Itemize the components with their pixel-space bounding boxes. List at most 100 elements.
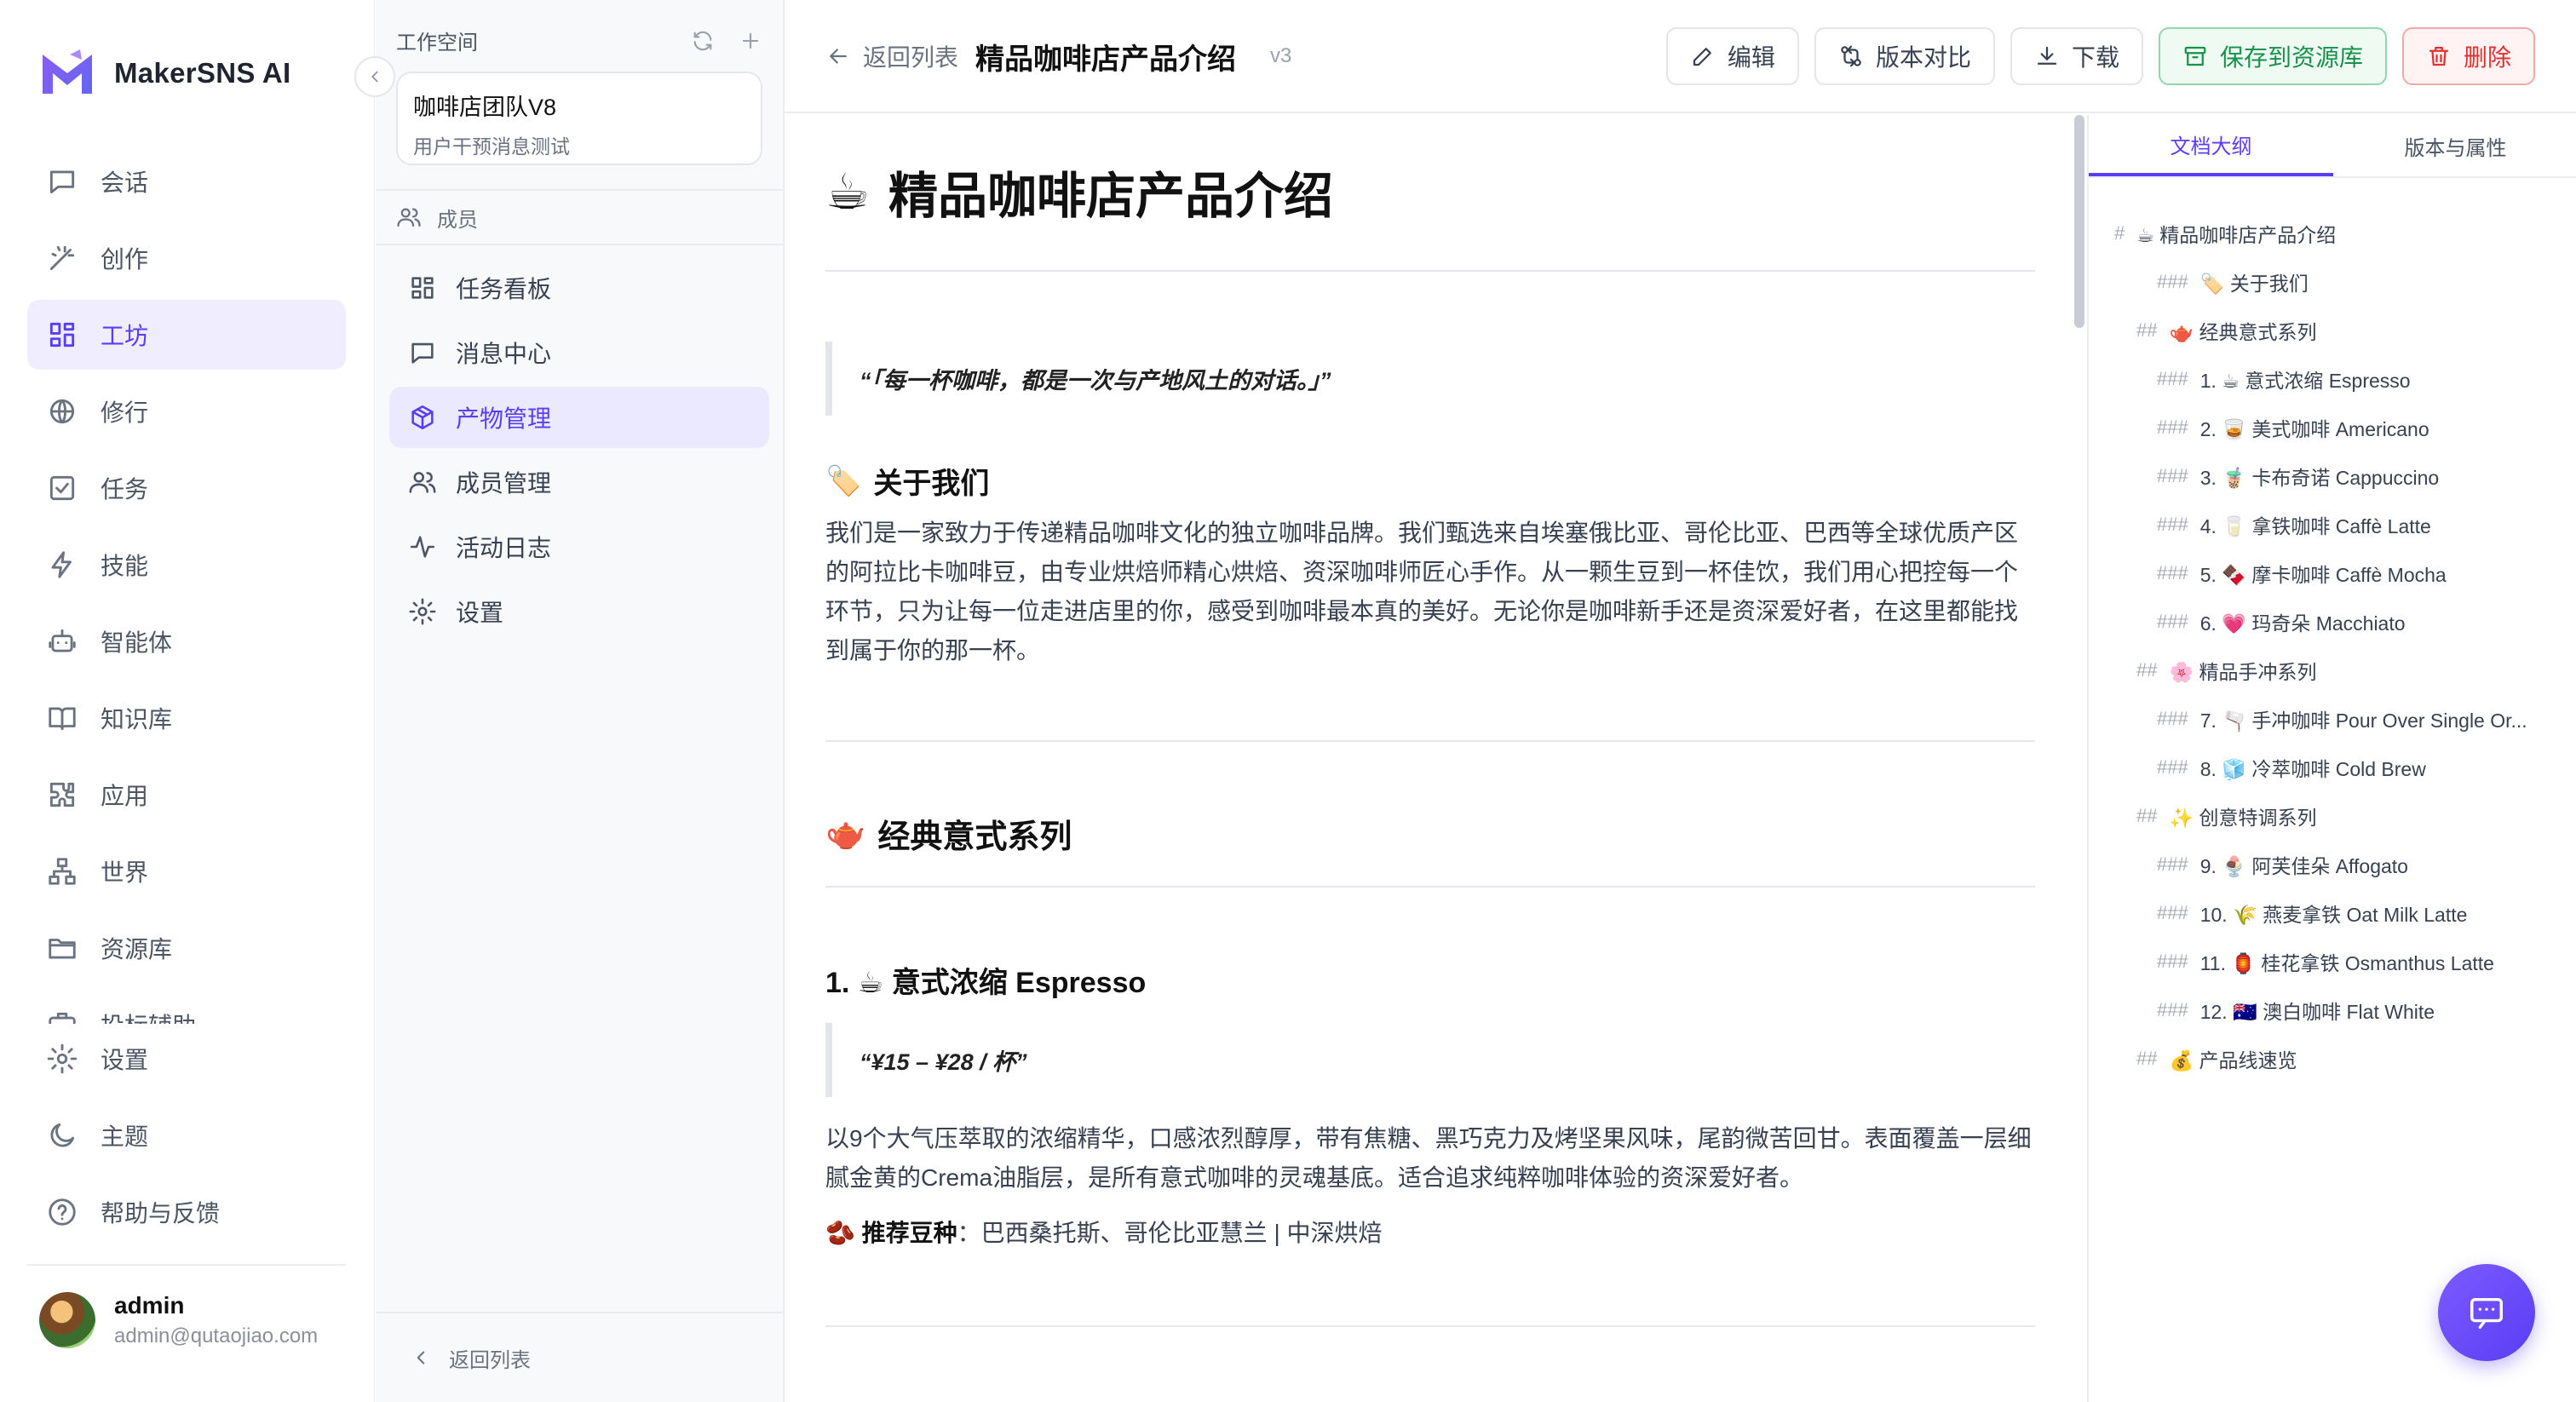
moon-icon [50,1123,75,1147]
nav-item-label: 创作 [101,246,149,273]
compare-label: 版本对比 [1875,44,1971,71]
outline-item[interactable]: ### 8. 🧊 冷萃咖啡 Cold Brew [2114,743,2574,791]
globe-icon [49,399,75,424]
heading-level-marker: ### [2157,853,2188,875]
nav-item-resources[interactable]: 资源库 [27,913,346,983]
outline-item[interactable]: ### 2. 🥃 美式咖啡 Americano [2114,403,2574,451]
plus-icon[interactable] [739,29,762,53]
ws-menu-activity[interactable]: 活动日志 [389,516,769,577]
ws-menu-messages[interactable]: 消息中心 [389,322,769,383]
divider [825,886,2035,888]
heading-level-marker: ## [2136,1047,2158,1069]
message-icon [411,342,434,364]
heading-level-marker: ### [2157,464,2188,486]
teapot-icon: 🫖 [825,815,866,852]
nav-item-help[interactable]: 帮助与反馈 [27,1177,346,1247]
workspace-card[interactable]: 咖啡店团队V8 用户干预消息测试 [396,72,762,165]
pencil-icon [1693,48,1711,66]
price-quote: “¥15 – ¥28 / 杯” [825,1023,2035,1097]
brand[interactable]: MakerSNS AI [39,48,291,99]
chat-icon [2470,1297,2503,1329]
label-icon: 🏷️ [825,464,862,497]
outline-item[interactable]: ## ✨ 创意特调系列 [2114,791,2574,840]
members-row[interactable]: 成员 [376,189,783,245]
collapse-sidebar-button[interactable] [354,56,395,97]
nav-item-tasks[interactable]: 任务 [27,453,346,523]
nav-item-create[interactable]: 创作 [27,223,346,293]
workspace-back-button[interactable]: 返回列表 [376,1312,783,1402]
nav-item-apps[interactable]: 应用 [27,760,346,830]
lightning-icon [51,551,72,578]
outline-item[interactable]: ## 💰 产品线速览 [2114,1034,2574,1083]
nav-item-chat[interactable]: 会话 [27,147,346,216]
ws-menu-members[interactable]: 成员管理 [389,451,769,513]
app-name: MakerSNS AI [114,57,291,89]
briefcase-icon [49,1012,76,1024]
users-icon [409,472,436,493]
nav-item-workshop[interactable]: 工坊 [27,300,346,370]
outline-item[interactable]: ## 🫖 经典意式系列 [2114,306,2574,354]
chat-icon [49,170,75,194]
nav-item-label: 会话 [101,170,149,196]
tab-outline[interactable]: 文档大纲 [2089,115,2333,176]
ws-menu-kanban[interactable]: 任务看板 [389,257,769,319]
heading-level-marker: ### [2157,561,2188,583]
save-to-library-button[interactable]: 保存到资源库 [2158,27,2387,85]
nav-item-settings[interactable]: 设置 [27,1024,346,1094]
download-label: 下载 [2071,44,2119,71]
nav-item-practice[interactable]: 修行 [27,376,346,446]
nav-item-theme[interactable]: 主题 [27,1100,346,1170]
compare-versions-button[interactable]: 版本对比 [1814,27,1995,85]
back-to-list-button[interactable]: 返回列表 [825,39,958,73]
logo-icon [43,49,92,94]
refresh-icon[interactable] [691,29,715,53]
nav-list: 会话 创作 工坊 修行 任务 技能 智能体 知识库 应用 世界 资源库 [27,147,346,1024]
outline-item-text: 7. 🫗 手冲咖啡 Pour Over Single Or... [2199,709,2527,732]
heading-level-marker: # [2114,221,2125,244]
ws-menu-label: 成员管理 [456,470,552,497]
outline-item[interactable]: ### 1. ☕ 意式浓缩 Espresso [2114,354,2574,403]
outline-item[interactable]: ### 11. 🏮 桂花拿铁 Osmanthus Latte [2114,937,2574,985]
ws-menu-artifacts[interactable]: 产物管理 [389,387,769,448]
outline-item[interactable]: ### 3. 🧋 卡布奇诺 Cappuccino [2114,451,2574,500]
heading-level-marker: ### [2157,756,2188,778]
nav-item-world[interactable]: 世界 [27,836,346,906]
download-button[interactable]: 下载 [2010,27,2143,85]
box-icon [411,405,434,430]
nav-item-knowledge[interactable]: 知识库 [27,683,346,753]
heading-level-marker: ### [2157,707,2188,729]
outline-item[interactable]: ## 🌸 精品手冲系列 [2114,646,2574,694]
outline-item[interactable]: ### 4. 🥛 拿铁咖啡 Caffè Latte [2114,500,2574,549]
nav-item-skills[interactable]: 技能 [27,530,346,600]
outline-item[interactable]: ### 6. 💗 玛奇朵 Macchiato [2114,597,2574,646]
outline-item[interactable]: ### 🏷️ 关于我们 [2114,257,2574,306]
chat-assistant-button[interactable] [2438,1264,2535,1361]
outline-item[interactable]: ### 12. 🇦🇺 澳白咖啡 Flat White [2114,985,2574,1034]
edit-button[interactable]: 编辑 [1665,27,1799,85]
doc-quote-text: “「每一杯咖啡，都是一次与产地风土的对话。」” [860,368,1331,394]
outline-item[interactable]: ### 7. 🫗 手冲咖啡 Pour Over Single Or... [2114,694,2574,743]
workspace-header-label: 工作空间 [396,32,478,55]
delete-button[interactable]: 删除 [2401,27,2535,85]
ws-menu-settings[interactable]: 设置 [389,581,769,642]
document-scrollbar[interactable] [2074,115,2084,328]
outline-item[interactable]: ### 10. 🌾 燕麦拿铁 Oat Milk Latte [2114,888,2574,937]
outline-item[interactable]: ### 9. 🍨 阿芙佳朵 Affogato [2114,840,2574,888]
workspace-back-label: 返回列表 [449,1348,531,1372]
outline-item-text: 3. 🧋 卡布奇诺 Cappuccino [2199,466,2440,489]
kanban-icon [411,277,434,299]
heading-level-marker: ## [2136,804,2158,826]
tab-versions-properties[interactable]: 版本与属性 [2333,115,2576,176]
activity-icon [410,536,435,558]
delete-label: 删除 [2463,44,2511,71]
espresso-body: 以9个大气压萃取的浓缩精华，口感浓烈醇厚，带有焦糖、黑巧克力及烤坚果风味，尾韵微… [825,1125,2032,1191]
nav-item-agents[interactable]: 智能体 [27,606,346,676]
user-card[interactable]: admin admin@qutaojiao.com [27,1264,346,1375]
coffee-icon: ☕ [825,164,870,220]
divider [825,270,2035,272]
ws-menu-label: 活动日志 [456,535,552,561]
outline-item[interactable]: ### 5. 🍫 摩卡咖啡 Caffè Mocha [2114,549,2574,597]
outline-item[interactable]: # ☕ 精品咖啡店产品介绍 [2114,209,2574,257]
nav-item-bidding[interactable]: 投标辅助 [27,990,346,1024]
document-view[interactable]: ☕ 精品咖啡店产品介绍 “「每一杯咖啡，都是一次与产地风土的对话。」” 🏷️ 关… [785,115,2086,1402]
